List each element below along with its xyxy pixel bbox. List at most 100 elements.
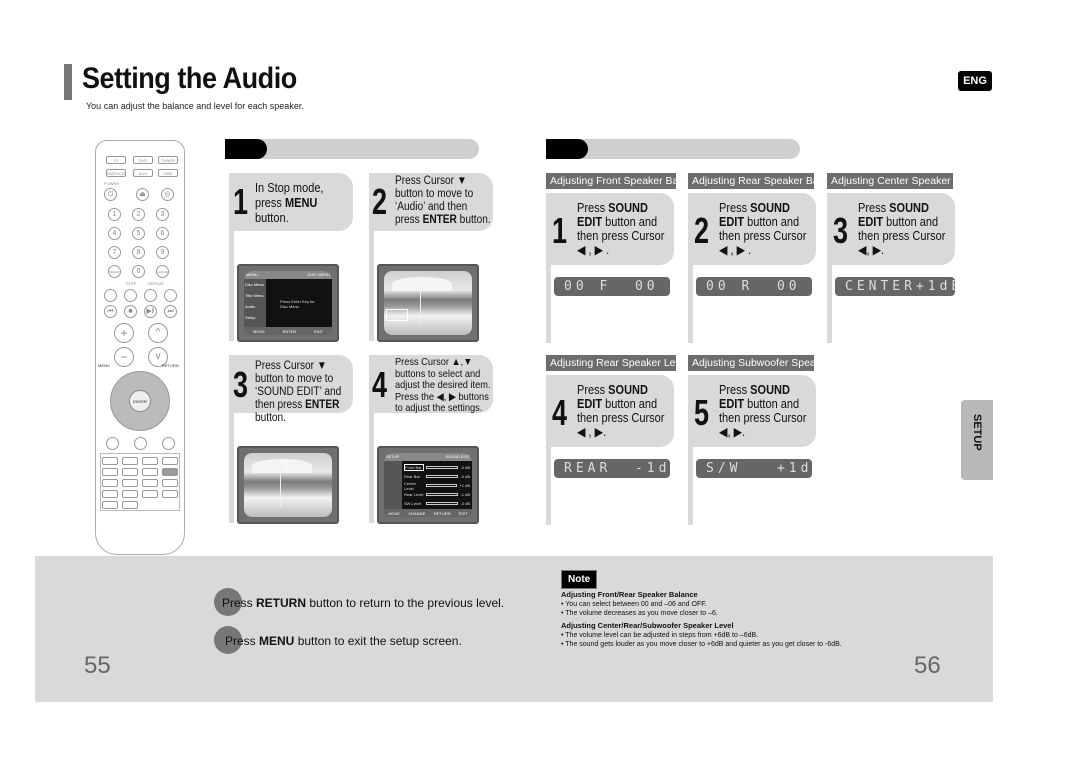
step-tag: Adjusting Rear Speaker Balance: [688, 173, 844, 189]
remote-label: REPEAT: [148, 281, 164, 286]
note-item: • The volume level can be adjusted in st…: [561, 632, 759, 639]
setup-tab-label: SETUP: [971, 414, 983, 451]
note-item: • The sound gets louder as you move clos…: [561, 641, 842, 648]
setup-side-tab: SETUP: [961, 400, 993, 480]
remote-small-button: [142, 457, 158, 465]
remote-small-button: [162, 457, 178, 465]
screen-menu: MENU DISC MENU Disc Menu Title Menu Audi…: [237, 264, 339, 342]
screen-header-left: MENU: [246, 272, 258, 277]
screen-footer-label: EXIT: [458, 510, 468, 516]
remote-source-button: TUNER: [158, 156, 178, 164]
remote-digit-button: CANCEL: [156, 265, 169, 278]
remote-transport-button: [104, 289, 117, 302]
remote-label: POWER: [104, 181, 120, 186]
channel-up-icon: ^: [148, 323, 168, 343]
step-number: 4: [372, 364, 388, 405]
sound-edit-row: Rear Level -1 dB: [404, 490, 470, 499]
note-item-text: The volume decreases as you move closer …: [565, 610, 718, 617]
step-number: 2: [694, 210, 710, 251]
note-item-text: You can select between 00 and –06 and OF…: [565, 601, 707, 608]
remote-playback-icon: ■: [124, 305, 137, 318]
eject-icon: ⏏: [136, 188, 149, 201]
remote-small-button: [102, 457, 118, 465]
remote-label: STEP: [126, 281, 137, 286]
remote-small-button: [122, 490, 138, 498]
step-number: 5: [694, 392, 710, 433]
row-value: +1 dB: [459, 483, 470, 488]
step-text: Press Cursor ▼ button to move to ‘Audio’…: [395, 175, 491, 226]
screen-footer-label: RETURN: [433, 510, 451, 516]
note-item-text: The sound gets louder as you move closer…: [565, 641, 842, 648]
row-label: Front Bal.: [404, 464, 424, 471]
remote-transport-button: [144, 289, 157, 302]
screen-footer-label: MOVE: [252, 328, 265, 334]
step-number: 3: [833, 210, 849, 251]
remote-playback-icon: ⏮: [104, 305, 117, 318]
screen-footer-label: EXIT: [314, 328, 324, 334]
remote-source-button: AUX: [133, 169, 153, 177]
remote-control-illustration: TV DVD TUNER DVD/VCR AUX USB POWER ⏻ ⏏ ◎ 1 2 3 4 5 6 7 8 9…: [95, 140, 185, 555]
step-text: Press SOUND EDIT button and then press C…: [719, 383, 807, 439]
screen-message: Press Enter Key for Disc Menu: [280, 299, 315, 309]
lcd-display: 00 R 00: [696, 277, 812, 296]
language-badge: ENG: [958, 71, 992, 91]
step-number: 1: [233, 181, 249, 222]
row-label: Center Level: [404, 480, 417, 491]
step-line: [688, 447, 693, 525]
notes-list: Adjusting Front/Rear Speaker Balance • Yo…: [561, 590, 881, 648]
remote-source-button: USB: [158, 169, 178, 177]
row-value: -1 dB: [460, 492, 470, 497]
remote-playback-icon: ▶‖: [144, 305, 157, 318]
return-instruction: Press RETURN button to return to the pre…: [222, 596, 505, 610]
remote-digit-button: 0: [132, 265, 145, 278]
step-tag: Adjusting Rear Speaker Level: [546, 355, 689, 371]
remote-small-button: [102, 468, 118, 476]
remote-small-button: [102, 490, 118, 498]
step-text: Press SOUND EDIT button and then press C…: [719, 201, 807, 257]
page-number-right: 56: [914, 652, 941, 679]
row-value: -0 dB: [460, 465, 470, 470]
lcd-display: CENTER+1dB: [835, 277, 955, 296]
screen-sound-edit: SETUP SOUND EDIT Front Bal. -0 dB Rear Ba…: [377, 446, 479, 524]
step-line: [827, 265, 832, 343]
note-heading: Adjusting Center/Rear/Subwoofer Speaker …: [561, 621, 734, 630]
row-value: -0 dB: [460, 474, 470, 479]
remote-transport-button: [164, 289, 177, 302]
lcd-display: REAR -1dB: [554, 459, 670, 478]
row-value: -0 dB: [460, 501, 470, 506]
volume-up-icon: +: [114, 323, 134, 343]
step-number: 3: [233, 364, 249, 405]
remote-digit-button: 5: [132, 227, 145, 240]
lcd-display: S/W +1dB: [696, 459, 812, 478]
remote-small-button: [142, 468, 158, 476]
note-item-text: The volume level can be adjusted in step…: [565, 632, 759, 639]
note-item: • You can select between 00 and –06 and …: [561, 601, 707, 608]
remote-digit-button: REMAIN: [108, 265, 121, 278]
remote-function-button: [106, 437, 119, 450]
step-tag: Adjusting Subwoofer Speaker Level: [688, 355, 858, 371]
remote-label: MENU: [98, 363, 110, 368]
enter-button: ENTER: [129, 390, 151, 412]
title-accent-bar: [64, 64, 72, 100]
menu-instruction: Press MENU button to exit the setup scre…: [225, 634, 462, 648]
row-label: SW Level: [404, 501, 422, 506]
remote-small-button: [142, 479, 158, 487]
page-title: Setting the Audio: [82, 62, 297, 95]
step-tag: Adjusting Center Speaker Level: [827, 173, 979, 189]
remote-source-button: DVD/VCR: [106, 169, 126, 177]
remote-small-button: [122, 479, 138, 487]
volume-down-icon: −: [114, 347, 134, 367]
remote-transport-button: [124, 289, 137, 302]
sound-edit-row: Front Bal. -0 dB: [404, 463, 470, 472]
step-text: Press SOUND EDIT button and then press C…: [858, 201, 946, 257]
screen-menu-item: Setup: [245, 315, 256, 320]
note-badge: Note: [561, 570, 598, 589]
screen-footer-label: ENTER: [282, 328, 297, 334]
remote-digit-button: 2: [132, 208, 145, 221]
sound-edit-row: SW Level -0 dB: [404, 499, 470, 508]
step-text: Press Cursor ▲,▼ buttons to select and a…: [395, 356, 491, 414]
step-number: 2: [372, 181, 388, 222]
remote-playback-icon: ⏭: [164, 305, 177, 318]
screen-header-left: SETUP: [386, 454, 400, 459]
screen-photo-audio: [377, 264, 479, 342]
